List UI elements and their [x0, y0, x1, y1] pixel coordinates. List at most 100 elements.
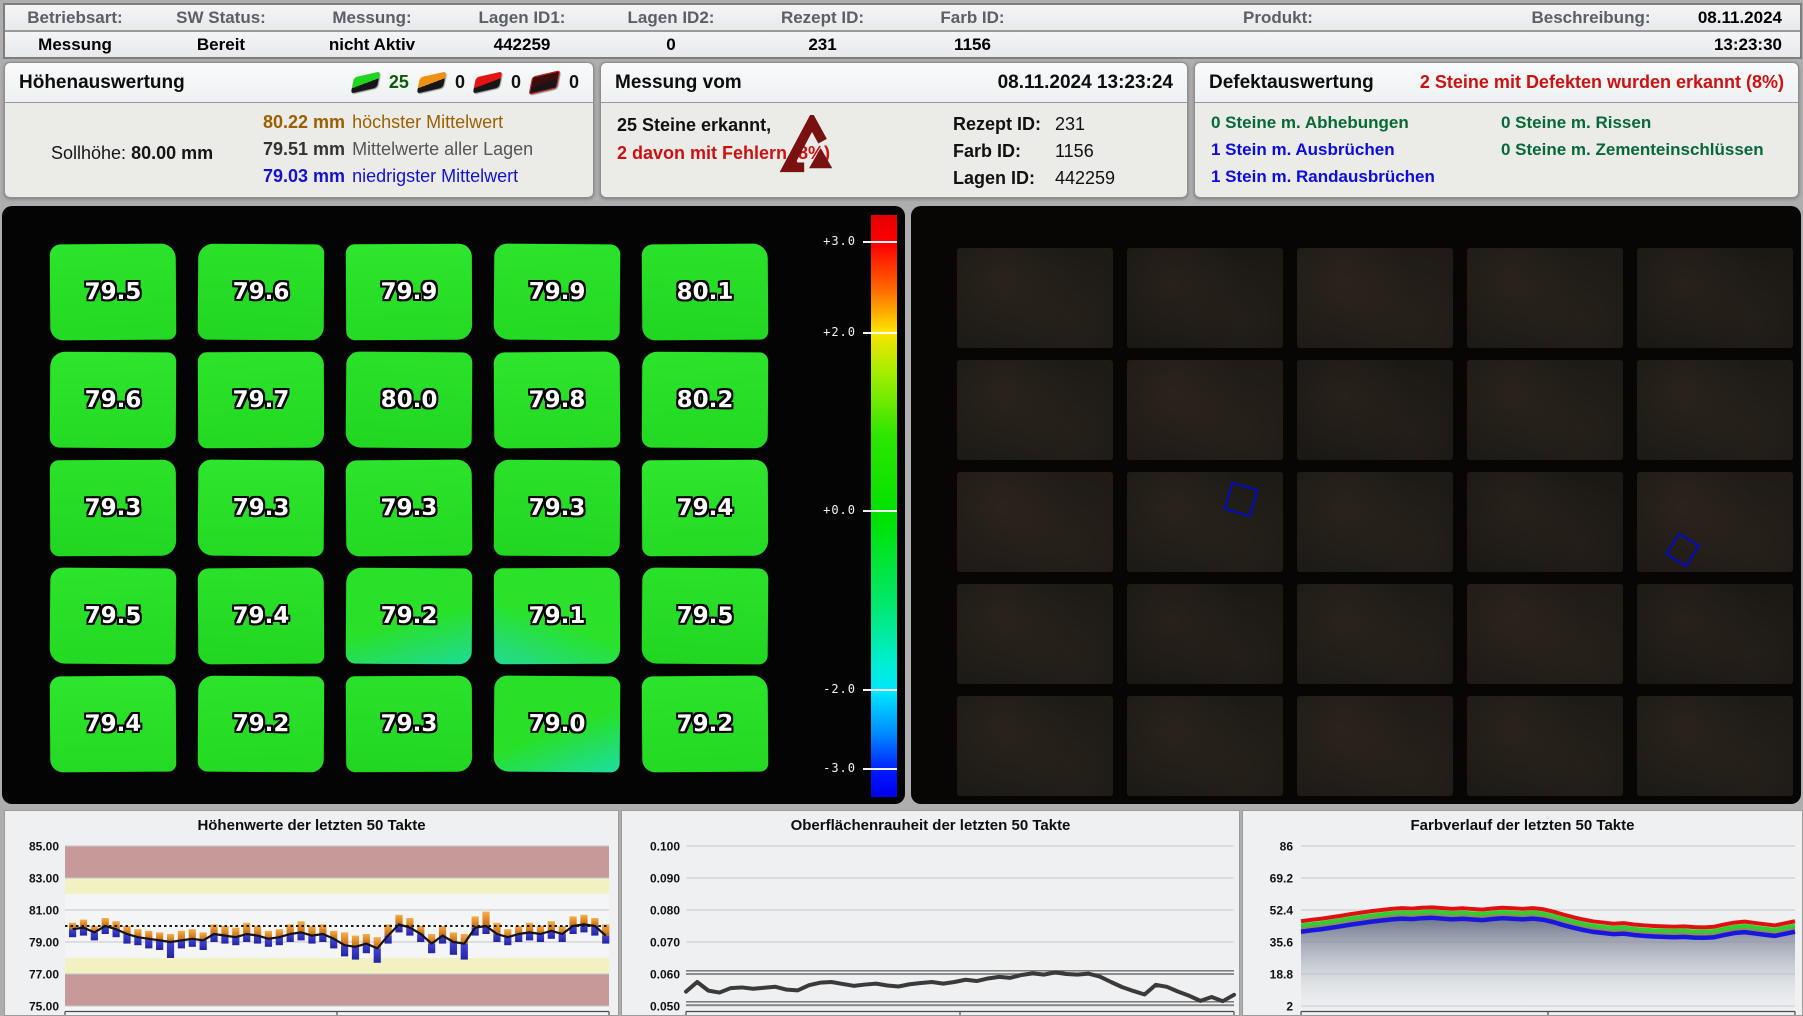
status-values-row: MessungBereitnicht Aktiv4422590231115613…	[5, 32, 1800, 57]
measurement-ids: Rezept ID:231Farb ID:1156Lagen ID:442259	[953, 111, 1115, 192]
dark-stone	[957, 248, 1113, 348]
status-col-value: 0	[597, 32, 745, 57]
stat-label: höchster Mittelwert	[352, 112, 503, 133]
svg-text:18.8: 18.8	[1270, 968, 1294, 982]
stone-height-value: 79.5	[85, 603, 142, 629]
svg-text:2: 2	[1286, 1000, 1293, 1014]
dark-stone	[1127, 696, 1283, 796]
stone-height-value: 79.2	[233, 711, 290, 737]
height-colorbar	[871, 215, 897, 797]
height-map-stone: 80.2	[642, 352, 769, 449]
panel-title: Messung vom	[615, 72, 742, 94]
stat-value: 80.22 mm	[263, 112, 345, 133]
defekt-body: 0 Steine m. Abhebungen1 Stein m. Ausbrüc…	[1195, 103, 1798, 197]
stone-status-count: 0	[511, 72, 521, 93]
stone-height-value: 79.2	[381, 603, 438, 629]
stat-label: Mittelwerte aller Lagen	[352, 139, 533, 160]
stone-status-brick-icon	[529, 70, 561, 95]
colorbar-tick-label: +3.0	[798, 234, 856, 248]
height-map-stone: 79.5	[50, 568, 177, 665]
id-label: Farb ID:	[953, 141, 1055, 162]
id-value: 231	[1055, 114, 1085, 135]
stone-height-value: 79.9	[529, 279, 586, 305]
stone-height-value: 79.1	[529, 603, 586, 629]
stone-height-value: 79.7	[233, 387, 290, 413]
status-col-value: Messung	[5, 32, 145, 57]
svg-text:0.080: 0.080	[650, 904, 680, 918]
id-row: Lagen ID:442259	[953, 165, 1115, 192]
colorbar-tick-line	[863, 332, 897, 334]
stone-status-count: 0	[455, 72, 465, 93]
svg-text:75.00: 75.00	[29, 1000, 59, 1014]
defect-count-row: 1 Stein m. Ausbrüchen	[1211, 136, 1435, 163]
colorbar-tick-line	[863, 510, 897, 512]
stat-label: niedrigster Mittelwert	[352, 166, 518, 187]
stone-height-value: 79.6	[233, 279, 290, 305]
svg-text:77.00: 77.00	[29, 968, 59, 982]
defect-camera-image	[911, 206, 1801, 804]
defect-count-row: 1 Stein m. Randausbrüchen	[1211, 163, 1435, 190]
dark-stone	[1127, 360, 1283, 460]
height-map-image: 79.579.679.979.980.179.679.780.079.880.2…	[2, 206, 905, 804]
dark-stone	[1467, 584, 1623, 684]
dark-stone	[1297, 472, 1453, 572]
dark-stone	[1637, 696, 1793, 796]
stone-height-value: 79.3	[233, 495, 290, 521]
height-map-stone: 79.2	[198, 676, 325, 773]
dark-stone	[1467, 472, 1623, 572]
height-map-stone: 79.1	[494, 568, 620, 665]
messung-panel: Messung vom 08.11.2024 13:23:24 25 Stein…	[600, 62, 1188, 198]
height-map-stone: 79.2	[642, 676, 769, 773]
messung-header: Messung vom 08.11.2024 13:23:24	[601, 63, 1187, 103]
svg-text:0.100: 0.100	[650, 840, 680, 854]
hmi-dashboard: { "status_bar": { "columns": [ {"label":…	[0, 0, 1803, 1014]
dark-stone	[1637, 472, 1793, 572]
stone-height-value: 80.1	[677, 279, 734, 305]
height-map-stone: 80.0	[346, 352, 473, 449]
panel-title: Höhenauswertung	[19, 72, 185, 94]
height-stat-row: 80.22 mm höchster Mittelwert	[263, 109, 533, 136]
id-value: 1156	[1055, 141, 1094, 162]
stone-height-value: 79.3	[529, 495, 586, 521]
status-bar: Betriebsart:SW Status:Messung:Lagen ID1:…	[3, 3, 1802, 59]
height-map-stone: 79.4	[50, 676, 177, 773]
sollhoehe-label: Sollhöhe:	[51, 143, 126, 163]
status-labels-row: Betriebsart:SW Status:Messung:Lagen ID1:…	[5, 5, 1800, 32]
status-col-label: Produkt:	[1045, 5, 1511, 30]
stone-status-count: 25	[389, 72, 409, 93]
dark-stone	[1467, 696, 1623, 796]
brick-counters: 25000	[352, 72, 579, 93]
height-map-stone: 79.3	[198, 460, 325, 557]
svg-text:0.050: 0.050	[650, 1000, 680, 1014]
defect-list-column-2: 0 Steine m. Rissen0 Steine m. Zementeins…	[1501, 109, 1764, 163]
stone-height-value: 79.2	[677, 711, 734, 737]
hoehenauswertung-header: Höhenauswertung 25000	[5, 63, 593, 103]
height-map-stone: 79.5	[50, 244, 177, 341]
stone-height-value: 79.3	[85, 495, 142, 521]
dark-stone	[1467, 360, 1623, 460]
dark-stone	[957, 472, 1113, 572]
colorbar-tick-label: +2.0	[798, 325, 856, 339]
height-stat-row: 79.03 mm niedrigster Mittelwert	[263, 163, 533, 190]
hoehenauswertung-body: Sollhöhe: 80.00 mm 80.22 mmhöchster Mitt…	[5, 103, 593, 197]
status-col-label: SW Status:	[145, 5, 297, 30]
height-map-stone: 79.3	[346, 460, 473, 557]
stone-height-value: 79.6	[85, 387, 142, 413]
defect-summary: 2 Steine mit Defekten wurden erkannt (8%…	[1420, 72, 1784, 93]
dark-stone	[1637, 248, 1793, 348]
height-map-stone: 79.9	[494, 244, 621, 341]
company-logo-icon	[779, 115, 841, 177]
status-col-label: Lagen ID1:	[447, 5, 597, 30]
panel-title: Defektauswertung	[1209, 72, 1374, 94]
svg-text:0.070: 0.070	[650, 936, 680, 950]
svg-text:86: 86	[1280, 840, 1294, 854]
svg-text:35.6: 35.6	[1270, 936, 1294, 950]
status-col-value: 231	[745, 32, 900, 57]
status-col-value: nicht Aktiv	[297, 32, 447, 57]
stat-value: 79.03 mm	[263, 166, 345, 187]
svg-text:69.2: 69.2	[1270, 872, 1294, 886]
svg-text:0.090: 0.090	[650, 872, 680, 886]
height-map-stone: 79.3	[494, 460, 621, 557]
svg-text:81.00: 81.00	[29, 904, 59, 918]
height-stat-row: 79.51 mmMittelwerte aller Lagen	[263, 136, 533, 163]
